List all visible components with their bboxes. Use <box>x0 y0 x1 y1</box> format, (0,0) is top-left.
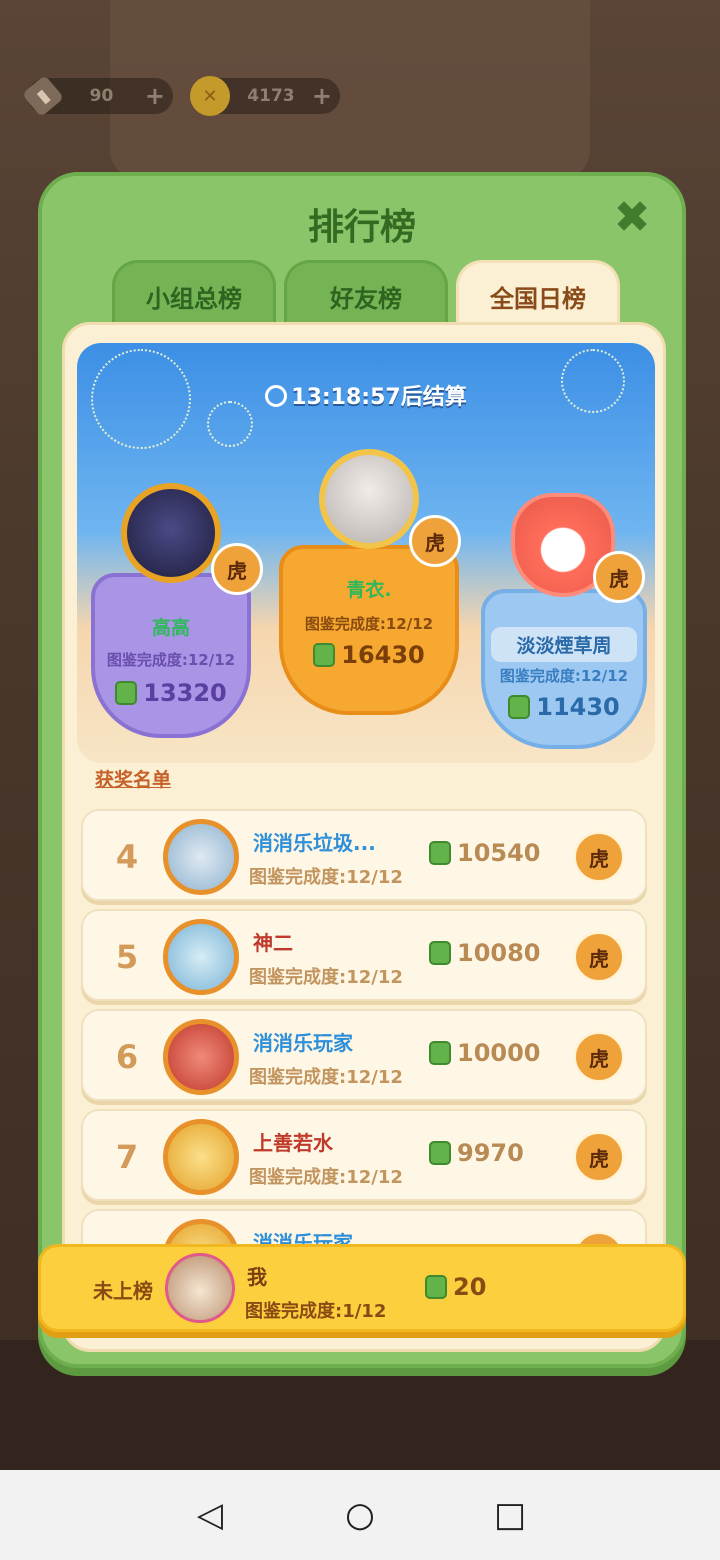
close-icon[interactable]: ✖ <box>610 196 654 240</box>
tiger-reward-icon: 虎 <box>573 1031 625 1083</box>
player-score: 10540 <box>429 839 541 867</box>
player-score: 20 <box>425 1273 486 1301</box>
timer-text: 13:18:57后结算 <box>291 385 467 410</box>
tiger-reward-icon: 虎 <box>409 515 461 567</box>
gem-icon <box>429 941 451 965</box>
avatar <box>319 449 419 549</box>
rank-number: 6 <box>115 1038 139 1076</box>
rank-number: 7 <box>115 1138 139 1176</box>
avatar <box>163 1019 239 1095</box>
tiger-reward-icon: 虎 <box>593 551 645 603</box>
player-name: 我 <box>247 1265 267 1289</box>
avatar <box>163 919 239 995</box>
player-name: 淡淡煙草周 <box>491 627 637 662</box>
tab-bar: 小组总榜 好友榜 全国日榜 <box>112 260 620 330</box>
settlement-timer: 13:18:57后结算 <box>77 379 655 411</box>
gem-icon <box>429 841 451 865</box>
player-score: 16430 <box>279 641 459 669</box>
my-rank-bar[interactable]: 未上榜 我 图鉴完成度:1/12 20 <box>38 1244 686 1332</box>
rank-number: 4 <box>115 838 139 876</box>
player-name: 高高 <box>151 617 190 639</box>
award-list-link[interactable]: 获奖名单 <box>95 765 171 792</box>
avatar <box>121 483 221 583</box>
collection-progress: 图鉴完成度:12/12 <box>249 1067 403 1088</box>
leaderboard-panel: 13:18:57后结算 虎 高高 图鉴完成度:12/12 13320 虎 青衣.… <box>62 322 666 1352</box>
player-score: 9970 <box>429 1139 524 1167</box>
leaderboard-dialog: 排行榜 ✖ 小组总榜 好友榜 全国日榜 13:18:57后结算 虎 高高 图鉴完… <box>38 172 686 1368</box>
player-score: 13320 <box>91 679 251 707</box>
gem-icon <box>429 1141 451 1165</box>
hammer-count: 90 <box>89 86 114 106</box>
collection-progress: 图鉴完成度:1/12 <box>245 1301 387 1322</box>
gem-icon <box>313 643 336 667</box>
gem-icon <box>425 1275 447 1299</box>
collection-progress: 图鉴完成度:12/12 <box>249 867 403 888</box>
hammer-add-icon[interactable]: + <box>145 82 165 110</box>
home-icon[interactable]: ○ <box>340 1495 380 1535</box>
tiger-reward-icon: 虎 <box>211 543 263 595</box>
avatar <box>165 1253 235 1323</box>
table-row[interactable]: 6 消消乐玩家 图鉴完成度:12/12 10000 虎 <box>81 1009 647 1101</box>
tiger-reward-icon: 虎 <box>573 1131 625 1183</box>
table-row[interactable]: 4 消消乐垃圾... 图鉴完成度:12/12 10540 虎 <box>81 809 647 901</box>
player-name: 消消乐垃圾... <box>253 831 376 855</box>
player-score: 10080 <box>429 939 541 967</box>
coin-add-icon[interactable]: + <box>312 82 332 110</box>
coin-icon: ✕ <box>190 76 230 116</box>
system-nav-bar: ◁ ○ □ <box>0 1470 720 1560</box>
podium-header: 13:18:57后结算 虎 高高 图鉴完成度:12/12 13320 虎 青衣.… <box>77 343 655 763</box>
player-score: 10000 <box>429 1039 541 1067</box>
back-icon[interactable]: ◁ <box>190 1495 230 1535</box>
dialog-title: 排行榜 <box>307 207 416 248</box>
avatar <box>163 819 239 895</box>
gem-icon <box>508 695 531 719</box>
tab-group-total[interactable]: 小组总榜 <box>112 260 276 330</box>
background-wall <box>110 0 590 180</box>
player-name: 上善若水 <box>253 1131 333 1155</box>
collection-progress: 图鉴完成度:12/12 <box>249 1167 403 1188</box>
recent-apps-icon[interactable]: □ <box>490 1495 530 1535</box>
player-name: 青衣. <box>346 579 392 601</box>
podium-third[interactable]: 虎 淡淡煙草周 图鉴完成度:12/12 11430 <box>481 493 647 763</box>
avatar <box>163 1119 239 1195</box>
podium-second[interactable]: 虎 高高 图鉴完成度:12/12 13320 <box>91 473 263 743</box>
ranking-list[interactable]: 4 消消乐垃圾... 图鉴完成度:12/12 10540 虎 5 神二 图鉴完成… <box>81 809 649 1277</box>
rank-status: 未上榜 <box>93 1279 153 1303</box>
player-score: 11430 <box>481 693 647 721</box>
tab-friends[interactable]: 好友榜 <box>284 260 448 330</box>
gem-icon <box>115 681 138 705</box>
coin-currency[interactable]: ✕ 4173 + <box>190 76 340 116</box>
table-row[interactable]: 5 神二 图鉴完成度:12/12 10080 虎 <box>81 909 647 1001</box>
hammer-currency[interactable]: ▮ 90 + <box>21 74 173 118</box>
gem-icon <box>429 1041 451 1065</box>
tab-national-daily[interactable]: 全国日榜 <box>456 260 620 330</box>
collection-progress: 图鉴完成度:12/12 <box>499 667 629 685</box>
collection-progress: 图鉴完成度:12/12 <box>106 651 236 669</box>
clock-icon <box>265 385 288 407</box>
rank-number: 5 <box>115 938 139 976</box>
tiger-reward-icon: 虎 <box>573 931 625 983</box>
tiger-reward-icon: 虎 <box>573 831 625 883</box>
collection-progress: 图鉴完成度:12/12 <box>304 615 434 633</box>
collection-progress: 图鉴完成度:12/12 <box>249 967 403 988</box>
table-row[interactable]: 7 上善若水 图鉴完成度:12/12 9970 虎 <box>81 1109 647 1201</box>
player-name: 消消乐玩家 <box>253 1031 353 1055</box>
coin-count: 4173 <box>247 86 295 106</box>
podium-first[interactable]: 虎 青衣. 图鉴完成度:12/12 16430 <box>279 435 461 725</box>
player-name: 神二 <box>253 931 293 955</box>
